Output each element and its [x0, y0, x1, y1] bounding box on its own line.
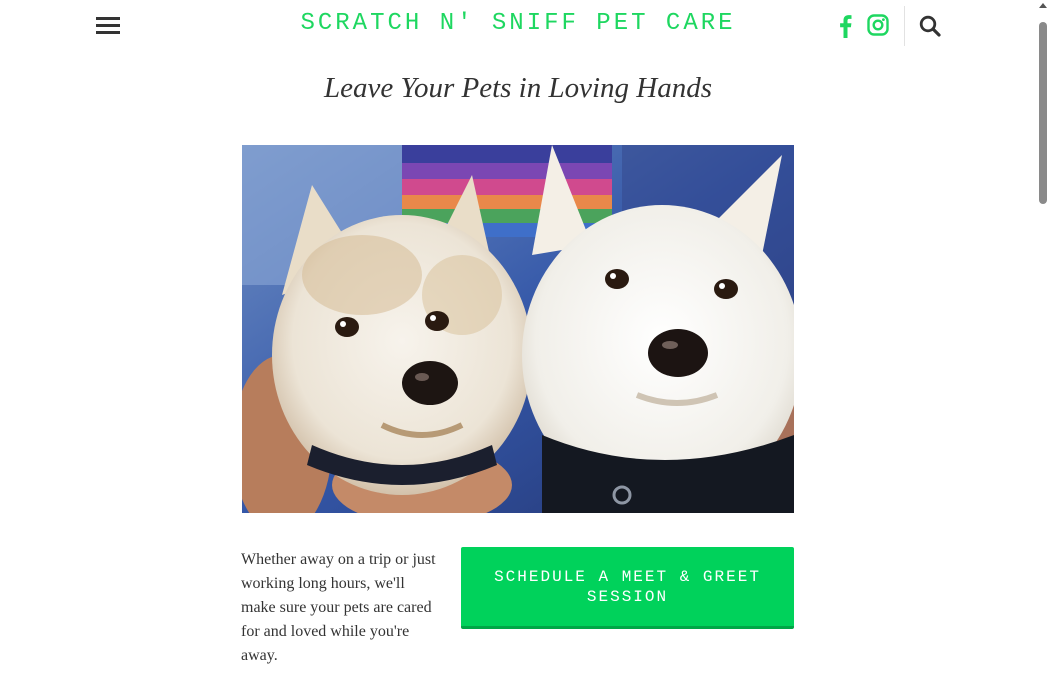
scroll-up-arrow-icon[interactable] [1039, 3, 1047, 8]
schedule-meet-greet-button[interactable]: SCHEDULE A MEET & GREET SESSION [461, 547, 794, 629]
dogs-illustration [242, 145, 794, 513]
page-scrollbar[interactable] [1036, 0, 1050, 700]
intro-text: Whether away on a trip or just working l… [241, 551, 436, 664]
instagram-icon[interactable] [867, 14, 889, 36]
facebook-icon[interactable] [836, 14, 854, 38]
scroll-thumb[interactable] [1039, 22, 1047, 204]
search-icon[interactable] [918, 14, 942, 38]
hero-dogs-photo [242, 145, 794, 513]
page-heading: Leave Your Pets in Loving Hands [323, 72, 713, 104]
site-header: SCRATCH N' SNIFF PET CARE [0, 0, 1036, 52]
header-divider [904, 6, 905, 46]
